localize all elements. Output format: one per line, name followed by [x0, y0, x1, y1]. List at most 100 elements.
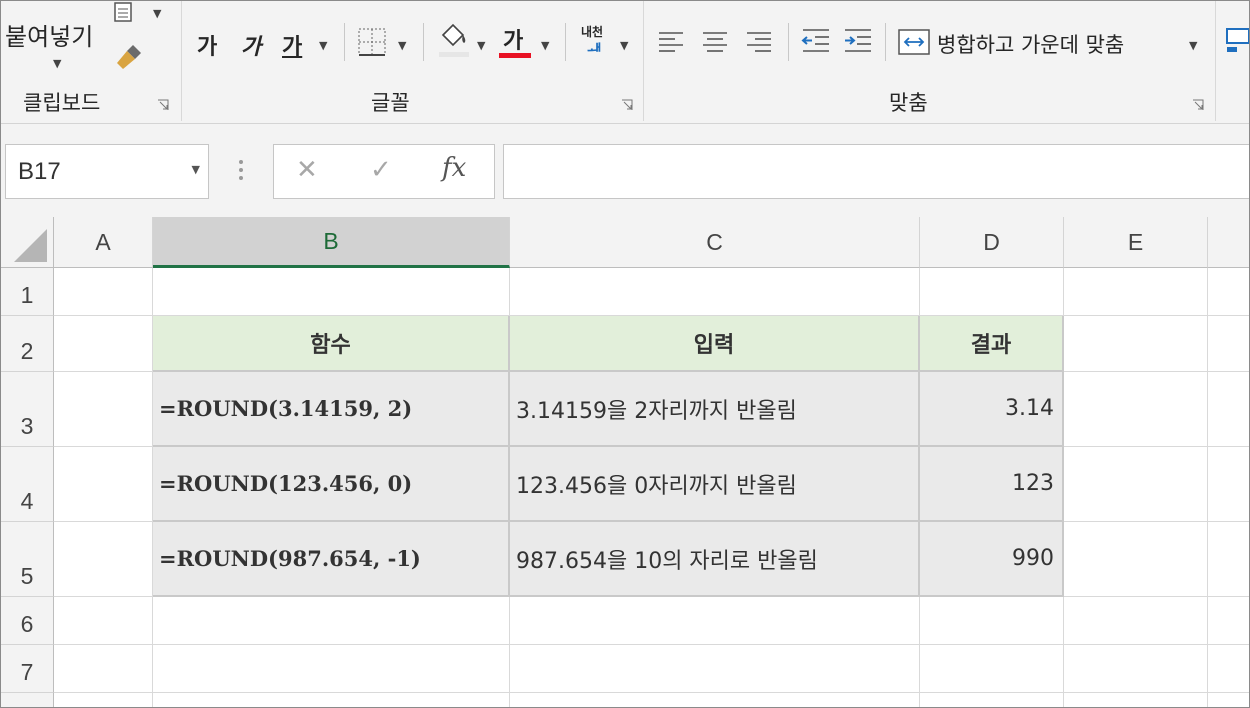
cell-f4[interactable]: [1208, 447, 1249, 522]
column-header-f[interactable]: [1208, 217, 1249, 268]
alignment-group-label: 맞춤: [889, 91, 928, 115]
row-header-2[interactable]: 2: [1, 316, 54, 372]
cell-f8[interactable]: [1208, 693, 1249, 707]
cell-f5[interactable]: [1208, 522, 1249, 597]
cell-f2[interactable]: [1208, 316, 1249, 372]
cell-c5-description[interactable]: 987.654을 10의 자리로 반올림: [510, 522, 920, 597]
cell-b8[interactable]: [153, 693, 510, 707]
cell-a4[interactable]: [54, 447, 153, 522]
cell-d5-result[interactable]: 990: [920, 522, 1064, 597]
row-header-6[interactable]: 6: [1, 597, 54, 645]
alignment-launcher-icon[interactable]: [1192, 99, 1204, 111]
row-header-1[interactable]: 1: [1, 268, 54, 316]
underline-button[interactable]: 가: [282, 29, 302, 61]
cell-c3-description[interactable]: 3.14159을 2자리까지 반올림: [510, 372, 920, 447]
cell-c8[interactable]: [510, 693, 920, 707]
cell-d8[interactable]: [920, 693, 1064, 707]
phonetic-dropdown-icon[interactable]: ▼: [620, 39, 628, 52]
cell-e4[interactable]: [1064, 447, 1208, 522]
underline-dropdown-icon[interactable]: ▼: [319, 39, 327, 52]
column-header-a[interactable]: A: [54, 217, 153, 268]
table-header-result[interactable]: 결과: [920, 316, 1064, 372]
insert-function-icon[interactable]: fx: [442, 153, 466, 183]
cell-c7[interactable]: [510, 645, 920, 693]
row-header-4[interactable]: 4: [1, 447, 54, 522]
column-header-d[interactable]: D: [920, 217, 1064, 268]
cell-f3[interactable]: [1208, 372, 1249, 447]
align-center-icon[interactable]: [701, 29, 729, 53]
font-color-dropdown-icon[interactable]: ▼: [541, 39, 549, 52]
cell-e1[interactable]: [1064, 268, 1208, 316]
cell-d7[interactable]: [920, 645, 1064, 693]
cell-a5[interactable]: [54, 522, 153, 597]
column-header-e[interactable]: E: [1064, 217, 1208, 268]
name-box-dropdown-icon[interactable]: ▼: [192, 163, 200, 176]
cell-c1[interactable]: [510, 268, 920, 316]
formula-bar-grip-icon[interactable]: [239, 160, 243, 180]
decrease-indent-icon[interactable]: [801, 27, 831, 55]
table-header-input[interactable]: 입력: [510, 316, 920, 372]
increase-indent-icon[interactable]: [843, 27, 873, 55]
wrap-text-icon[interactable]: [1225, 25, 1250, 55]
cell-e3[interactable]: [1064, 372, 1208, 447]
cell-e8[interactable]: [1064, 693, 1208, 707]
merge-center-dropdown-icon[interactable]: ▼: [1189, 39, 1197, 52]
cell-a8[interactable]: [54, 693, 153, 707]
cell-b3-formula[interactable]: =ROUND(3.14159, 2): [153, 372, 510, 447]
cell-b1[interactable]: [153, 268, 510, 316]
cell-d1[interactable]: [920, 268, 1064, 316]
copy-dropdown-icon[interactable]: ▼: [153, 7, 161, 20]
cell-f6[interactable]: [1208, 597, 1249, 645]
cell-b7[interactable]: [153, 645, 510, 693]
cell-f1[interactable]: [1208, 268, 1249, 316]
cell-a6[interactable]: [54, 597, 153, 645]
cell-c6[interactable]: [510, 597, 920, 645]
cell-b6[interactable]: [153, 597, 510, 645]
borders-dropdown-icon[interactable]: ▼: [398, 39, 406, 52]
merge-center-button[interactable]: 병합하고 가운데 맞춤: [937, 29, 1124, 59]
paste-button[interactable]: 붙여넣기: [5, 17, 93, 52]
cell-e6[interactable]: [1064, 597, 1208, 645]
table-header-function[interactable]: 함수: [153, 316, 510, 372]
format-painter-icon[interactable]: [113, 41, 145, 71]
cancel-icon[interactable]: ✕: [296, 155, 318, 185]
cell-d6[interactable]: [920, 597, 1064, 645]
name-box[interactable]: B17 ▼: [5, 144, 209, 199]
clipboard-launcher-icon[interactable]: [157, 99, 169, 111]
cell-a3[interactable]: [54, 372, 153, 447]
cell-b5-formula[interactable]: =ROUND(987.654, -1): [153, 522, 510, 597]
paste-dropdown-icon[interactable]: ▼: [53, 57, 61, 70]
font-color-button[interactable]: 가: [503, 23, 523, 55]
cell-c4-description[interactable]: 123.456을 0자리까지 반올림: [510, 447, 920, 522]
font-launcher-icon[interactable]: [621, 99, 633, 111]
italic-button[interactable]: 가: [241, 29, 261, 61]
borders-icon[interactable]: [357, 27, 387, 57]
enter-icon[interactable]: ✓: [370, 155, 392, 185]
merge-center-icon[interactable]: [897, 27, 931, 57]
cell-d4-result[interactable]: 123: [920, 447, 1064, 522]
cell-e5[interactable]: [1064, 522, 1208, 597]
cell-f7[interactable]: [1208, 645, 1249, 693]
column-header-c[interactable]: C: [510, 217, 920, 268]
bold-button[interactable]: 가: [197, 29, 217, 61]
align-left-icon[interactable]: [657, 29, 685, 53]
cell-d3-result[interactable]: 3.14: [920, 372, 1064, 447]
row-header-8[interactable]: [1, 693, 54, 707]
fill-color-dropdown-icon[interactable]: ▼: [477, 39, 485, 52]
align-right-icon[interactable]: [745, 29, 773, 53]
name-box-value: B17: [18, 158, 61, 185]
formula-input[interactable]: [503, 144, 1249, 199]
row-header-5[interactable]: 5: [1, 522, 54, 597]
row-header-7[interactable]: 7: [1, 645, 54, 693]
cell-a1[interactable]: [54, 268, 153, 316]
cell-a2[interactable]: [54, 316, 153, 372]
cell-b4-formula[interactable]: =ROUND(123.456, 0): [153, 447, 510, 522]
cell-e7[interactable]: [1064, 645, 1208, 693]
fill-color-icon[interactable]: [437, 21, 471, 59]
column-header-b[interactable]: B: [153, 217, 510, 268]
row-header-3[interactable]: 3: [1, 372, 54, 447]
cell-e2[interactable]: [1064, 316, 1208, 372]
select-all-button[interactable]: [1, 217, 54, 268]
cell-a7[interactable]: [54, 645, 153, 693]
copy-icon[interactable]: [113, 1, 143, 25]
